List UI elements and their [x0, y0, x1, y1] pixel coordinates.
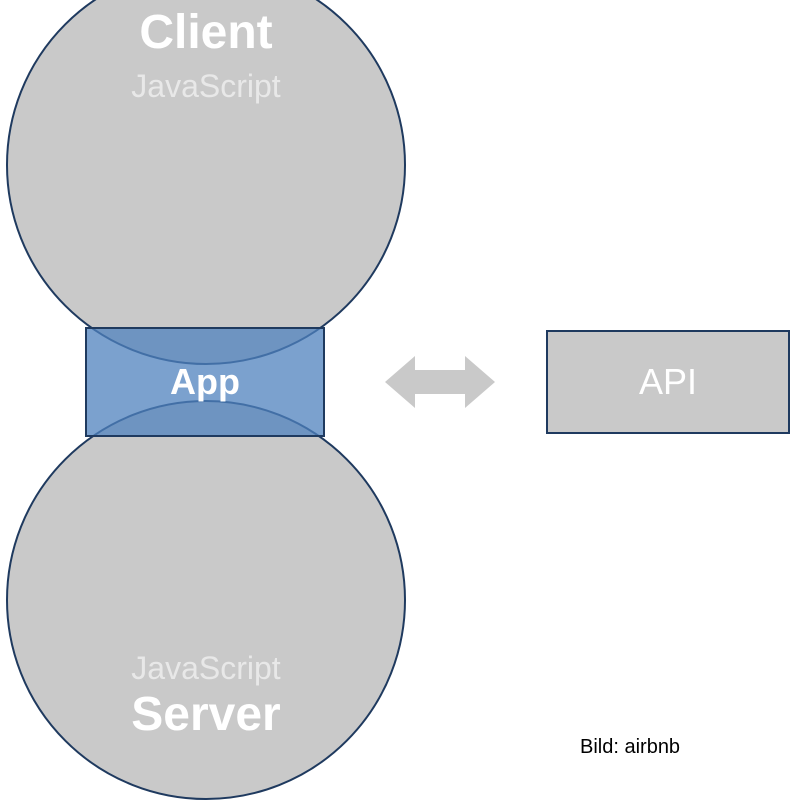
app-box: App	[85, 327, 325, 437]
server-title: Server	[131, 687, 280, 742]
bidirectional-arrow-icon	[385, 348, 495, 416]
client-title: Client	[139, 5, 272, 60]
server-circle: JavaScript Server	[6, 400, 406, 800]
api-box: API	[546, 330, 790, 434]
app-label: App	[170, 361, 240, 403]
client-subtitle: JavaScript	[131, 68, 280, 105]
server-subtitle: JavaScript	[131, 650, 280, 687]
client-circle: Client JavaScript	[6, 0, 406, 365]
api-label: API	[639, 361, 697, 403]
attribution-text: Bild: airbnb	[580, 736, 680, 759]
